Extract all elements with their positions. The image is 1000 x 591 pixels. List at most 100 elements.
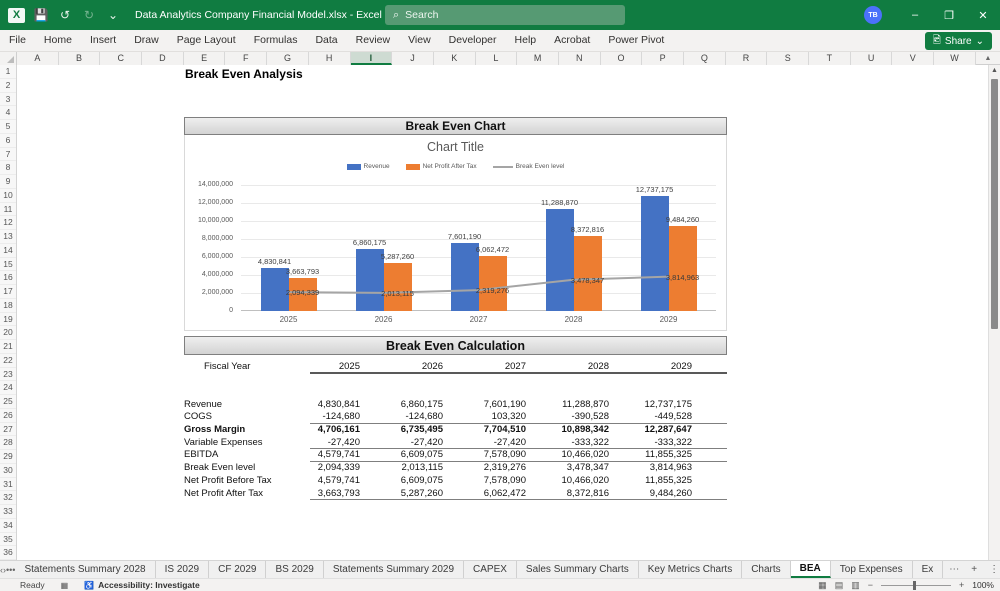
- value-cell[interactable]: 10,466,020: [526, 475, 609, 488]
- sheet-tab-is-2029[interactable]: IS 2029: [156, 561, 209, 578]
- row-header-4[interactable]: 4: [0, 106, 16, 120]
- row-header-35[interactable]: 35: [0, 533, 16, 547]
- value-cell[interactable]: 6,609,075: [360, 475, 443, 488]
- column-header-V[interactable]: V: [892, 52, 934, 65]
- column-header-P[interactable]: P: [642, 52, 684, 65]
- value-cell[interactable]: 11,855,325: [609, 449, 692, 461]
- row-header-18[interactable]: 18: [0, 299, 16, 313]
- zoom-slider-thumb[interactable]: [913, 581, 916, 590]
- column-header-J[interactable]: J: [392, 52, 434, 65]
- sheet-nav-more-icon[interactable]: •••: [6, 561, 15, 578]
- value-cell[interactable]: 6,860,175: [360, 399, 443, 412]
- legend-item-net-profit-after-tax[interactable]: Net Profit After Tax: [406, 163, 477, 170]
- scroll-up-icon[interactable]: ▲: [976, 52, 1000, 64]
- select-all-corner[interactable]: [0, 52, 17, 65]
- row-header-34[interactable]: 34: [0, 519, 16, 533]
- sheet-tab-capex[interactable]: CAPEX: [464, 561, 517, 578]
- value-cell[interactable]: 11,855,325: [609, 475, 692, 488]
- column-header-Q[interactable]: Q: [684, 52, 726, 65]
- excel-app-icon[interactable]: [8, 8, 25, 23]
- column-header-O[interactable]: O: [601, 52, 643, 65]
- row-header-24[interactable]: 24: [0, 381, 16, 395]
- value-cell[interactable]: 6,735,495: [360, 424, 443, 437]
- sheet-canvas[interactable]: Break Even Analysis Break Even Chart Cha…: [17, 65, 988, 560]
- row-header-31[interactable]: 31: [0, 478, 16, 492]
- vertical-scroll-thumb[interactable]: [991, 79, 998, 329]
- column-header-M[interactable]: M: [517, 52, 559, 65]
- row-header-22[interactable]: 22: [0, 354, 16, 368]
- column-header-E[interactable]: E: [184, 52, 226, 65]
- column-header-T[interactable]: T: [809, 52, 851, 65]
- value-cell[interactable]: 3,814,963: [609, 462, 692, 475]
- row-header-20[interactable]: 20: [0, 326, 16, 340]
- value-cell[interactable]: 9,484,260: [609, 488, 692, 500]
- row-header-28[interactable]: 28: [0, 436, 16, 450]
- row-header-5[interactable]: 5: [0, 120, 16, 134]
- row-header-23[interactable]: 23: [0, 368, 16, 382]
- value-cell[interactable]: -124,680: [360, 411, 443, 423]
- column-header-R[interactable]: R: [726, 52, 768, 65]
- value-cell[interactable]: 2028: [526, 361, 609, 372]
- column-header-F[interactable]: F: [225, 52, 267, 65]
- value-cell[interactable]: 6,062,472: [443, 488, 526, 500]
- column-header-U[interactable]: U: [851, 52, 893, 65]
- sheet-tab-sales-summary-charts[interactable]: Sales Summary Charts: [517, 561, 639, 578]
- value-cell[interactable]: 4,706,161: [310, 424, 360, 437]
- value-cell[interactable]: 2027: [443, 361, 526, 372]
- row-header-10[interactable]: 10: [0, 189, 16, 203]
- ribbon-tab-draw[interactable]: Draw: [125, 30, 168, 51]
- value-cell[interactable]: 103,320: [443, 411, 526, 423]
- row-header-26[interactable]: 26: [0, 409, 16, 423]
- value-cell[interactable]: 10,466,020: [526, 449, 609, 461]
- accessibility-status[interactable]: Accessibility: Investigate: [98, 580, 200, 590]
- zoom-slider[interactable]: [881, 585, 951, 586]
- ribbon-tab-formulas[interactable]: Formulas: [245, 30, 307, 51]
- value-cell[interactable]: 11,288,870: [526, 399, 609, 412]
- row-header-13[interactable]: 13: [0, 230, 16, 244]
- column-header-I[interactable]: I: [351, 52, 393, 65]
- value-cell[interactable]: 3,663,793: [310, 488, 360, 500]
- row-header-33[interactable]: 33: [0, 505, 16, 519]
- ribbon-tab-developer[interactable]: Developer: [440, 30, 506, 51]
- macro-record-icon[interactable]: ▦: [61, 581, 69, 590]
- add-sheet-button[interactable]: +: [965, 561, 983, 578]
- row-header-3[interactable]: 3: [0, 93, 16, 107]
- column-header-B[interactable]: B: [59, 52, 101, 65]
- value-cell[interactable]: -27,420: [310, 437, 360, 449]
- row-header-8[interactable]: 8: [0, 161, 16, 175]
- legend-item-break-even-level[interactable]: Break Even level: [493, 163, 565, 170]
- row-header-15[interactable]: 15: [0, 258, 16, 272]
- value-cell[interactable]: 2,094,339: [310, 462, 360, 475]
- row-header-6[interactable]: 6: [0, 134, 16, 148]
- value-cell[interactable]: 5,287,260: [360, 488, 443, 500]
- value-cell[interactable]: 7,704,510: [443, 424, 526, 437]
- column-header-A[interactable]: A: [17, 52, 59, 65]
- ribbon-tab-file[interactable]: File: [0, 30, 35, 51]
- value-cell[interactable]: 6,609,075: [360, 449, 443, 461]
- value-cell[interactable]: 2025: [310, 361, 360, 372]
- ribbon-tab-data[interactable]: Data: [306, 30, 346, 51]
- row-header-21[interactable]: 21: [0, 340, 16, 354]
- value-cell[interactable]: 4,579,741: [310, 475, 360, 488]
- share-button[interactable]: 🖻 Share ⌄: [925, 32, 992, 50]
- redo-icon[interactable]: ↻: [81, 8, 97, 22]
- value-cell[interactable]: 2029: [609, 361, 692, 372]
- sheet-tab-cf-2029[interactable]: CF 2029: [209, 561, 266, 578]
- value-cell[interactable]: 10,898,342: [526, 424, 609, 437]
- ribbon-tab-power-pivot[interactable]: Power Pivot: [599, 30, 673, 51]
- row-header-14[interactable]: 14: [0, 244, 16, 258]
- column-header-W[interactable]: W: [934, 52, 976, 65]
- ribbon-tab-acrobat[interactable]: Acrobat: [545, 30, 599, 51]
- row-header-17[interactable]: 17: [0, 285, 16, 299]
- zoom-out-icon[interactable]: −: [868, 580, 873, 590]
- minimize-button[interactable]: –: [898, 0, 932, 30]
- row-header-1[interactable]: 1: [0, 65, 16, 79]
- zoom-level[interactable]: 100%: [972, 580, 994, 590]
- row-header-30[interactable]: 30: [0, 464, 16, 478]
- value-cell[interactable]: -27,420: [360, 437, 443, 449]
- ribbon-tab-view[interactable]: View: [399, 30, 440, 51]
- row-header-32[interactable]: 32: [0, 491, 16, 505]
- value-cell[interactable]: -333,322: [526, 437, 609, 449]
- row-header-27[interactable]: 27: [0, 423, 16, 437]
- sheet-tab-statements-summary-2028[interactable]: Statements Summary 2028: [15, 561, 155, 578]
